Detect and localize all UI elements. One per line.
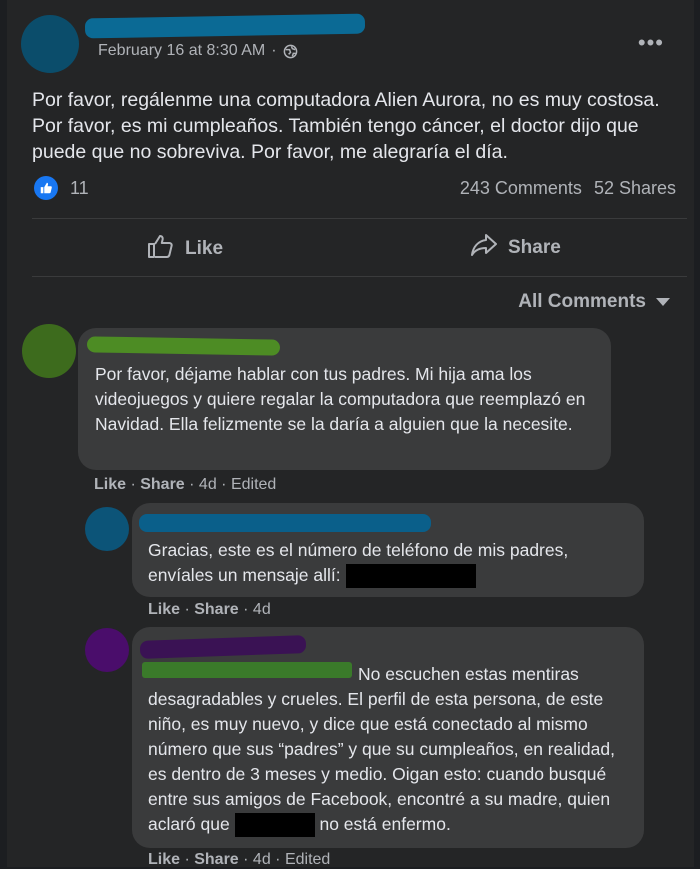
caret-down-icon — [656, 291, 670, 313]
comments-filter-dropdown[interactable]: All Comments — [518, 291, 670, 313]
post-stats: 243 Comments 52 Shares — [460, 178, 676, 199]
post-author-avatar[interactable] — [21, 15, 79, 73]
comment-1-time[interactable]: 4d — [199, 476, 217, 493]
comment-3-share[interactable]: Share — [194, 851, 238, 868]
like-button[interactable]: Like — [147, 233, 223, 265]
comment-2-time[interactable]: 4d — [253, 601, 271, 618]
reaction-count: 11 — [70, 177, 89, 198]
post-timestamp[interactable]: February 16 at 8:30 AM · — [98, 42, 298, 60]
more-horizontal-icon[interactable]: ••• — [638, 30, 664, 56]
globe-icon — [283, 44, 298, 59]
post-author-name-redacted[interactable] — [84, 13, 366, 39]
comment-3-text-end: no está enfermo. — [319, 814, 451, 834]
divider-top — [32, 218, 687, 219]
comment-1-author-redacted[interactable] — [86, 336, 281, 356]
comments-filter-label: All Comments — [518, 291, 646, 312]
comment-1-avatar[interactable] — [22, 324, 76, 378]
comment-2-author-redacted[interactable] — [139, 514, 431, 532]
comment-3-time[interactable]: 4d — [253, 851, 271, 868]
shares-count[interactable]: 52 Shares — [594, 178, 676, 199]
comment-3-text: No escuchen estas mentiras desagradables… — [148, 664, 615, 834]
reactions-summary[interactable]: 11 — [34, 176, 89, 200]
comment-3-avatar[interactable] — [85, 628, 129, 672]
redacted-phone-number — [345, 564, 476, 589]
comment-1-edited: Edited — [230, 476, 277, 493]
post-card: February 16 at 8:30 AM · ••• Por favor, … — [7, 0, 694, 868]
comment-1-actions: Like · Share · 4d · Edited — [94, 476, 277, 493]
like-button-label: Like — [185, 238, 224, 259]
comment-2-share[interactable]: Share — [194, 601, 238, 618]
post-body: Por favor, regálenme una computadora Ali… — [32, 89, 660, 163]
timestamp-separator: · — [271, 42, 277, 59]
divider-bottom — [32, 276, 687, 277]
comment-3-actions: Like · Share · 4d · Edited — [148, 851, 331, 868]
comment-3-like[interactable]: Like — [148, 851, 180, 868]
share-button-label: Share — [508, 237, 561, 258]
comment-3-edited: Edited — [284, 851, 331, 868]
share-button[interactable]: Share — [470, 233, 561, 263]
comment-3-text-block: No escuchen estas mentiras desagradables… — [148, 662, 633, 838]
thumbs-up-icon — [147, 233, 175, 265]
comment-2-actions: Like · Share · 4d — [148, 601, 271, 618]
comment-1-like[interactable]: Like — [94, 476, 126, 493]
post-time-text: February 16 at 8:30 AM — [98, 42, 266, 59]
comment-2-avatar[interactable] — [85, 507, 129, 551]
comment-2-text-block: Gracias, este es el número de teléfono d… — [148, 538, 638, 589]
comments-count[interactable]: 243 Comments — [460, 178, 582, 199]
redacted-name — [234, 813, 315, 838]
like-reaction-icon — [34, 176, 58, 200]
comment-2-like[interactable]: Like — [148, 601, 180, 618]
share-arrow-icon — [470, 233, 498, 263]
comment-1-share[interactable]: Share — [140, 476, 184, 493]
comment-1-text: Por favor, déjame hablar con tus padres.… — [95, 364, 586, 434]
